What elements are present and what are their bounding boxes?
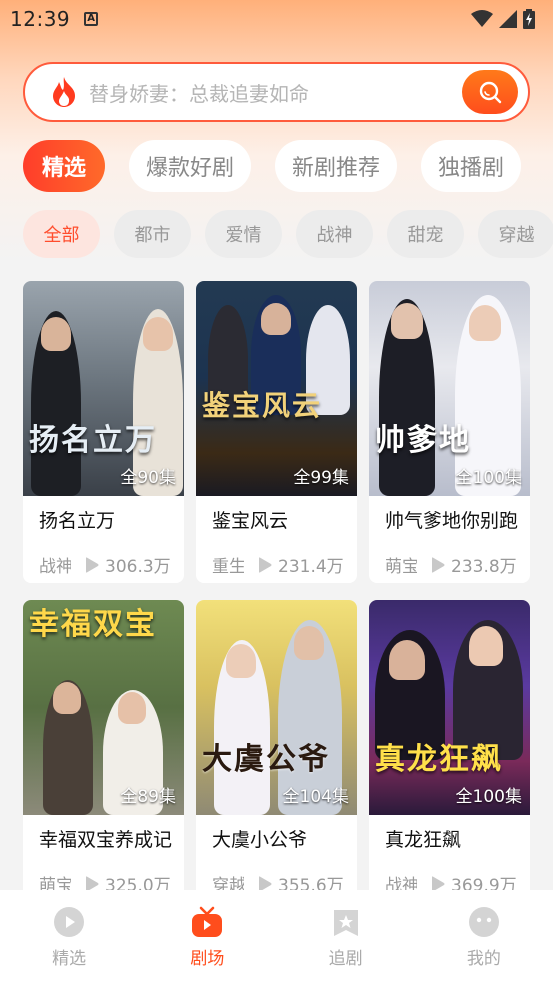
nav-item-profile[interactable]: 我的 [415,890,553,984]
category-tabs: 精选 爆款好剧 新剧推荐 独播剧 [23,140,553,192]
nav-label: 精选 [52,949,87,969]
search-icon [479,81,502,104]
nav-item-featured[interactable]: 精选 [0,890,138,984]
nav-label: 剧场 [190,949,225,969]
drama-views: 233.8万 [451,557,517,577]
nav-label: 我的 [466,949,501,969]
episode-count: 全89集 [120,787,176,807]
chip-time-travel[interactable]: 穿越 [478,210,553,258]
chip-urban[interactable]: 都市 [114,210,191,258]
drama-card[interactable]: 扬名立万 全90集 扬名立万 战神 306.3万 [23,281,184,583]
drama-poster: 扬名立万 全90集 [23,281,184,496]
play-circle-icon [54,907,85,937]
nav-item-theater[interactable]: 剧场 [138,890,276,984]
chip-all[interactable]: 全部 [23,210,100,258]
tab-featured[interactable]: 精选 [23,140,106,192]
drama-genre: 战神 [39,557,71,577]
episode-count: 全90集 [120,468,176,488]
tab-exclusive[interactable]: 独播剧 [421,140,522,192]
chip-sweet[interactable]: 甜宠 [387,210,464,258]
drama-poster: 大虞公爷 全104集 [196,600,357,815]
notification-a-icon: A [84,12,99,26]
drama-genre: 重生 [212,557,244,577]
drama-title: 帅气爹地你别跑 [385,510,519,532]
chip-war-god[interactable]: 战神 [296,210,373,258]
poster-title: 真龙狂飙 [375,742,503,777]
bottom-nav: 精选 剧场 追剧 我的 [0,890,553,984]
search-button[interactable] [462,70,518,114]
drama-views: 306.3万 [105,557,171,577]
status-time: 12:39 [10,7,71,31]
drama-title: 扬名立万 [39,510,116,532]
episode-count: 全100集 [455,787,522,807]
play-count-icon [259,556,272,573]
drama-meta: 萌宝 233.8万 [369,540,530,577]
drama-meta: 重生 231.4万 [196,540,357,577]
drama-poster: 真龙狂飙 全100集 [369,600,530,815]
nav-label: 追剧 [328,949,363,969]
drama-card[interactable]: 鉴宝风云 全99集 鉴宝风云 重生 231.4万 [196,281,357,583]
drama-card[interactable]: 幸福双宝 全89集 幸福双宝养成记 萌宝 325.0万 [23,600,184,902]
search-bar[interactable]: 替身娇妻：总裁追妻如命 [23,62,530,122]
poster-title: 幸福双宝 [29,607,157,642]
genre-filter: 全部 都市 爱情 战神 甜宠 穿越 [23,210,553,258]
flame-icon [53,77,75,107]
drama-title: 大虞小公爷 [212,829,308,851]
tab-new-recommend[interactable]: 新剧推荐 [275,140,398,192]
poster-title: 帅爹地 [375,423,471,458]
face-icon [468,907,499,937]
drama-poster: 帅爹地 全100集 [369,281,530,496]
tab-hot-dramas[interactable]: 爆款好剧 [129,140,252,192]
drama-card[interactable]: 帅爹地 全100集 帅气爹地你别跑 萌宝 233.8万 [369,281,530,583]
drama-title: 幸福双宝养成记 [39,829,173,851]
play-count-icon [86,556,99,573]
wifi-icon [471,10,493,27]
episode-count: 全99集 [293,468,349,488]
signal-icon [499,10,517,28]
drama-poster: 鉴宝风云 全99集 [196,281,357,496]
drama-meta: 战神 306.3万 [23,540,184,577]
search-input[interactable]: 替身娇妻：总裁追妻如命 [89,78,462,107]
poster-title: 鉴宝风云 [202,389,323,422]
drama-genre: 萌宝 [385,557,417,577]
drama-card[interactable]: 大虞公爷 全104集 大虞小公爷 穿越 355.6万 [196,600,357,902]
tv-icon [192,906,223,937]
play-count-icon [432,556,445,573]
poster-title: 扬名立万 [29,423,157,458]
status-bar: 12:39 A [0,0,553,38]
drama-title: 真龙狂飙 [385,829,462,851]
poster-title: 大虞公爷 [202,742,330,777]
battery-icon [523,9,535,29]
drama-card[interactable]: 真龙狂飙 全100集 真龙狂飙 战神 369.9万 [369,600,530,902]
drama-views: 231.4万 [278,557,344,577]
episode-count: 全100集 [455,468,522,488]
episode-count: 全104集 [282,787,349,807]
chip-romance[interactable]: 爱情 [205,210,282,258]
drama-title: 鉴宝风云 [212,510,289,532]
star-bookmark-icon [333,910,358,936]
nav-item-following[interactable]: 追剧 [277,890,415,984]
drama-poster: 幸福双宝 全89集 [23,600,184,815]
